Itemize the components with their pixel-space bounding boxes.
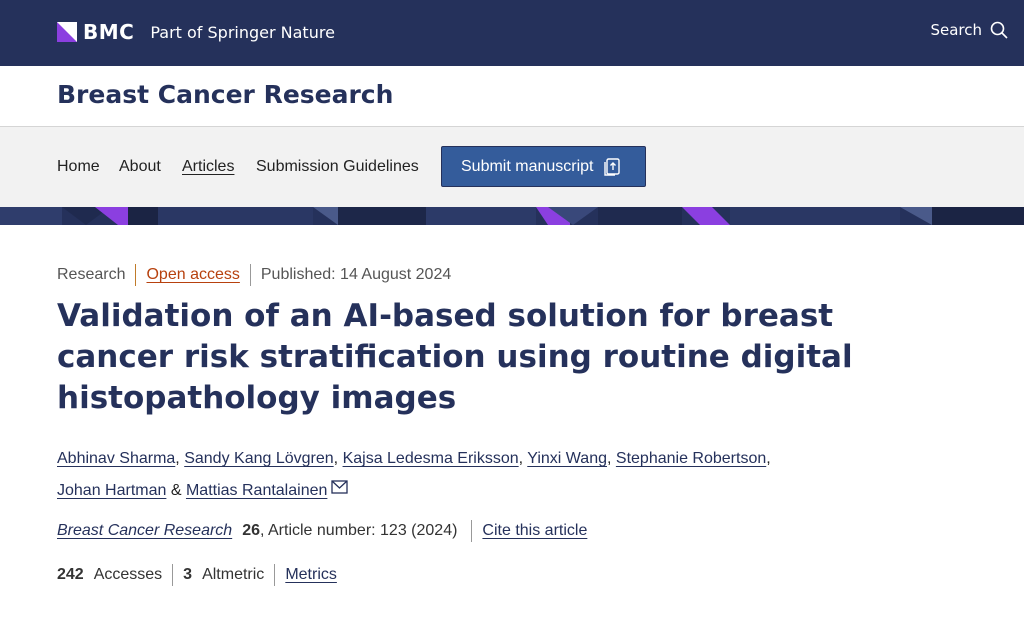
submit-manuscript-button[interactable]: Submit manuscript xyxy=(441,146,646,187)
cite-this-article-link[interactable]: Cite this article xyxy=(482,522,587,540)
main-navigation: Home About Articles Submission Guideline… xyxy=(0,127,1024,207)
altmetric-label: Altmetric xyxy=(202,566,265,583)
search-label: Search xyxy=(930,21,982,39)
bmc-logo-icon xyxy=(57,22,77,42)
article-meta: Research Open access Published: 14 Augus… xyxy=(57,264,451,286)
nav-submission-guidelines[interactable]: Submission Guidelines xyxy=(256,158,419,176)
accesses-count: 242 xyxy=(57,566,84,583)
author-separator: , xyxy=(333,450,339,467)
brand-tagline: Part of Springer Nature xyxy=(150,22,335,42)
nav-home[interactable]: Home xyxy=(57,158,100,176)
brand-name: BMC xyxy=(83,20,135,44)
citation-volume: 26 xyxy=(242,522,260,539)
metrics-link[interactable]: Metrics xyxy=(285,566,337,584)
accesses-label: Accesses xyxy=(93,566,163,583)
author-link[interactable]: Mattias Rantalainen xyxy=(186,482,327,499)
altmetric-count: 3 xyxy=(183,566,193,583)
author-link[interactable]: Abhinav Sharma xyxy=(57,450,175,467)
author-separator: , xyxy=(175,450,180,467)
journal-title-link[interactable]: Breast Cancer Research xyxy=(57,80,393,109)
meta-divider xyxy=(135,264,137,286)
article-title: Validation of an AI-based solution for b… xyxy=(57,298,853,416)
author-link[interactable]: Yinxi Wang xyxy=(527,450,607,467)
meta-divider xyxy=(249,264,251,286)
author-separator: , xyxy=(518,450,524,467)
search-button[interactable]: Search xyxy=(930,21,1008,39)
submit-manuscript-label: Submit manuscript xyxy=(461,157,594,175)
article-metrics: 242 Accesses 3 Altmetric Metrics xyxy=(57,564,337,586)
author-link[interactable]: Kajsa Ledesma Eriksson xyxy=(343,450,519,467)
citation-line: Breast Cancer Research 26 , Article numb… xyxy=(57,520,587,542)
author-link[interactable]: Johan Hartman xyxy=(57,482,166,499)
citation-journal-link[interactable]: Breast Cancer Research xyxy=(57,522,232,540)
top-brand-bar: BMC Part of Springer Nature Search xyxy=(0,0,1024,66)
author-link[interactable]: Sandy Kang Lövgren xyxy=(184,450,333,467)
citation-divider xyxy=(471,520,473,542)
email-icon[interactable] xyxy=(331,474,349,494)
published-date: Published: 14 August 2024 xyxy=(260,266,452,283)
open-access-link[interactable]: Open access xyxy=(146,266,239,284)
upload-document-icon xyxy=(602,157,622,177)
author-separator: , xyxy=(607,450,612,467)
decorative-pattern-band xyxy=(0,207,1024,225)
metrics-divider xyxy=(172,564,174,586)
author-separator: , xyxy=(766,450,771,467)
search-icon xyxy=(990,21,1008,39)
nav-articles[interactable]: Articles xyxy=(182,158,234,176)
author-ampersand: & xyxy=(170,482,182,499)
bmc-brand-link[interactable]: BMC Part of Springer Nature xyxy=(57,20,335,44)
nav-about[interactable]: About xyxy=(119,158,161,176)
author-link[interactable]: Stephanie Robertson xyxy=(616,450,766,467)
citation-details: , Article number: 123 (2024) xyxy=(259,522,458,539)
journal-title-bar: Breast Cancer Research xyxy=(0,66,1024,127)
metrics-divider xyxy=(274,564,276,586)
author-list: Abhinav Sharma, Sandy Kang Lövgren, Kajs… xyxy=(57,443,937,506)
article-type: Research xyxy=(57,266,126,283)
